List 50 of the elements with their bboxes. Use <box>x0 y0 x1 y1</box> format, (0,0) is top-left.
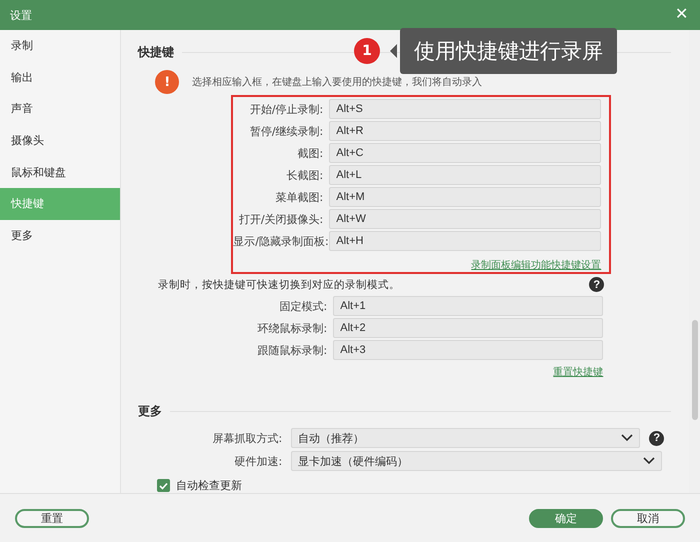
close-button[interactable]: ✕ <box>673 6 690 24</box>
chevron-down-icon <box>621 434 634 442</box>
shortcut-field[interactable]: Alt+2 <box>333 318 604 338</box>
field-label: 跟随鼠标录制: <box>256 342 328 358</box>
dropdown[interactable]: 显卡加速（硬件编码） <box>291 451 662 471</box>
shortcut-field[interactable]: Alt+3 <box>333 340 604 360</box>
sidebar-item[interactable]: 声音 <box>0 93 120 125</box>
field-label: 打开/关闭摄像头: <box>238 212 324 226</box>
shortcut-field[interactable]: Alt+1 <box>333 296 604 316</box>
footer-button[interactable]: 重置 <box>15 508 89 528</box>
callout-bubble: 使用快捷键进行录屏 <box>400 28 617 74</box>
step-badge: 1 <box>354 38 380 64</box>
field-label: 暂停/继续录制: <box>248 124 324 138</box>
field-label: 固定模式: <box>278 298 328 314</box>
sidebar-item[interactable]: 输出 <box>0 62 120 94</box>
section-heading: 快捷键 <box>138 44 174 60</box>
sidebar-item[interactable]: 更多 <box>0 220 120 252</box>
sidebar-item[interactable]: 摄像头 <box>0 124 120 156</box>
sidebar-item[interactable]: 录制 <box>0 30 120 62</box>
warning-icon: ! <box>155 70 180 94</box>
notice-text: 选择相应输入框，在键盘上输入要使用的快捷键，我们将自动录入 <box>192 76 482 89</box>
window-title: 设置 <box>10 8 32 22</box>
mode-note: 录制时，按快捷键可快速切换到对应的录制模式。 <box>158 278 400 292</box>
field-label: 硬件加速: <box>234 454 282 468</box>
field-label: 菜单截图: <box>274 190 324 204</box>
help-icon[interactable]: ? <box>589 277 604 292</box>
dropdown[interactable]: 自动（推荐） <box>291 428 640 448</box>
checkbox[interactable] <box>157 479 170 492</box>
shortcut-field[interactable]: Alt+C <box>329 143 602 163</box>
footer-button[interactable]: 取消 <box>611 508 685 528</box>
section-heading: 更多 <box>138 402 162 420</box>
reset-shortcuts-link[interactable]: 重置快捷键 <box>553 365 604 379</box>
sidebar-item[interactable]: 鼠标和键盘 <box>0 156 120 188</box>
checkbox-label: 自动检查更新 <box>176 478 242 493</box>
panel-shortcut-link[interactable]: 录制面板编辑功能快捷键设置 <box>471 258 602 272</box>
shortcut-field[interactable]: Alt+W <box>329 209 602 229</box>
field-label: 开始/停止录制: <box>248 102 324 116</box>
field-label: 环绕鼠标录制: <box>256 320 328 336</box>
field-label: 屏幕抓取方式: <box>212 430 282 446</box>
shortcut-field[interactable]: Alt+S <box>329 99 602 119</box>
shortcut-field[interactable]: Alt+H <box>329 231 602 251</box>
field-label: 截图: <box>296 146 324 160</box>
chevron-down-icon <box>643 457 656 465</box>
shortcut-field[interactable]: Alt+R <box>329 121 602 141</box>
shortcut-field[interactable]: Alt+M <box>329 187 602 207</box>
field-label: 长截图: <box>286 168 324 182</box>
scrollbar[interactable] <box>692 320 698 420</box>
shortcut-field[interactable]: Alt+L <box>329 165 602 185</box>
help-icon[interactable]: ? <box>649 430 664 446</box>
footer-button[interactable]: 确定 <box>529 508 603 528</box>
